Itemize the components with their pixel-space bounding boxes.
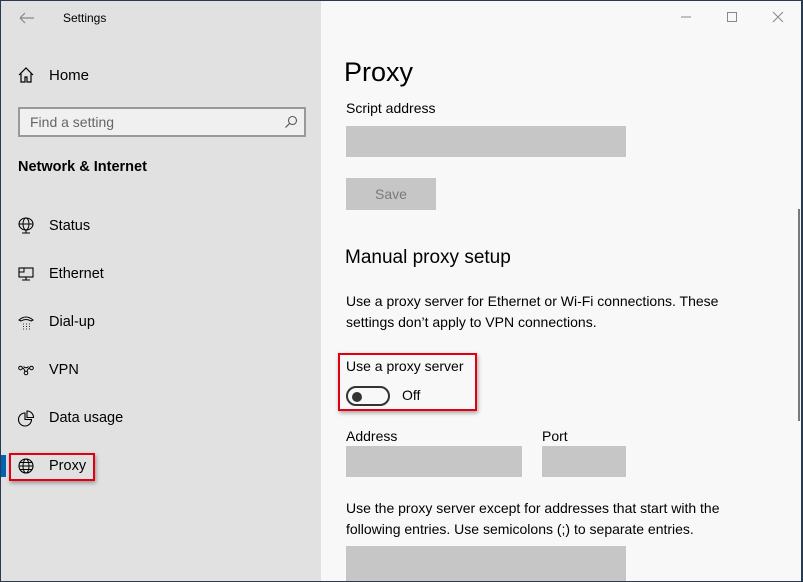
ethernet-icon: [17, 265, 35, 283]
main-content: Proxy Script address Save Manual proxy s…: [321, 1, 801, 581]
search-icon[interactable]: [284, 115, 298, 129]
script-address-input[interactable]: [346, 126, 626, 157]
minimize-button[interactable]: [663, 1, 709, 33]
back-button[interactable]: [15, 7, 39, 29]
search-input[interactable]: [20, 109, 270, 135]
sidebar-item-label: Data usage: [49, 410, 124, 426]
globe-monitor-icon: [17, 217, 35, 235]
sidebar-item-vpn[interactable]: VPN: [17, 358, 79, 382]
manual-proxy-description: Use a proxy server for Ethernet or Wi-Fi…: [346, 293, 719, 330]
exceptions-input[interactable]: [346, 546, 626, 581]
back-arrow-icon: [19, 12, 34, 24]
section-title: Network & Internet: [18, 159, 147, 175]
app-title: Settings: [63, 11, 107, 25]
dialup-phone-icon: [17, 313, 35, 331]
sidebar-item-data-usage[interactable]: Data usage: [17, 406, 123, 430]
sidebar: Settings Home Network & Internet: [1, 1, 321, 581]
highlight-box-proxy: [9, 453, 95, 481]
script-address-label: Script address: [346, 100, 436, 116]
home-label: Home: [49, 66, 90, 84]
maximize-icon: [727, 12, 737, 22]
close-icon: [772, 11, 784, 23]
pie-chart-icon: [17, 409, 35, 427]
sidebar-item-label: Ethernet: [49, 266, 104, 282]
settings-window: Settings Home Network & Internet: [1, 1, 801, 581]
sidebar-item-dialup[interactable]: Dial-up: [17, 310, 95, 334]
minimize-icon: [681, 16, 691, 18]
sidebar-item-ethernet[interactable]: Ethernet: [17, 262, 104, 286]
scrollbar[interactable]: [798, 209, 800, 421]
selected-indicator: [1, 455, 6, 477]
address-input[interactable]: [346, 446, 522, 477]
window-controls: [663, 1, 801, 33]
maximize-button[interactable]: [709, 1, 755, 33]
vpn-icon: [17, 361, 35, 379]
sidebar-item-home[interactable]: Home: [17, 63, 89, 87]
sidebar-item-label: Status: [49, 218, 91, 234]
home-icon: [18, 67, 34, 83]
sidebar-item-label: VPN: [49, 362, 79, 378]
sidebar-item-status[interactable]: Status: [17, 214, 90, 238]
exceptions-description: Use the proxy server except for addresse…: [346, 500, 720, 537]
save-button[interactable]: Save: [346, 178, 436, 210]
address-label: Address: [346, 428, 398, 444]
port-label: Port: [542, 428, 568, 444]
port-input[interactable]: [542, 446, 626, 477]
sidebar-item-label: Dial-up: [49, 314, 95, 330]
search-box[interactable]: [18, 107, 306, 137]
manual-proxy-heading: Manual proxy setup: [345, 247, 511, 268]
highlight-box-toggle: [338, 353, 477, 411]
page-title: Proxy: [344, 57, 414, 87]
close-button[interactable]: [755, 1, 801, 33]
